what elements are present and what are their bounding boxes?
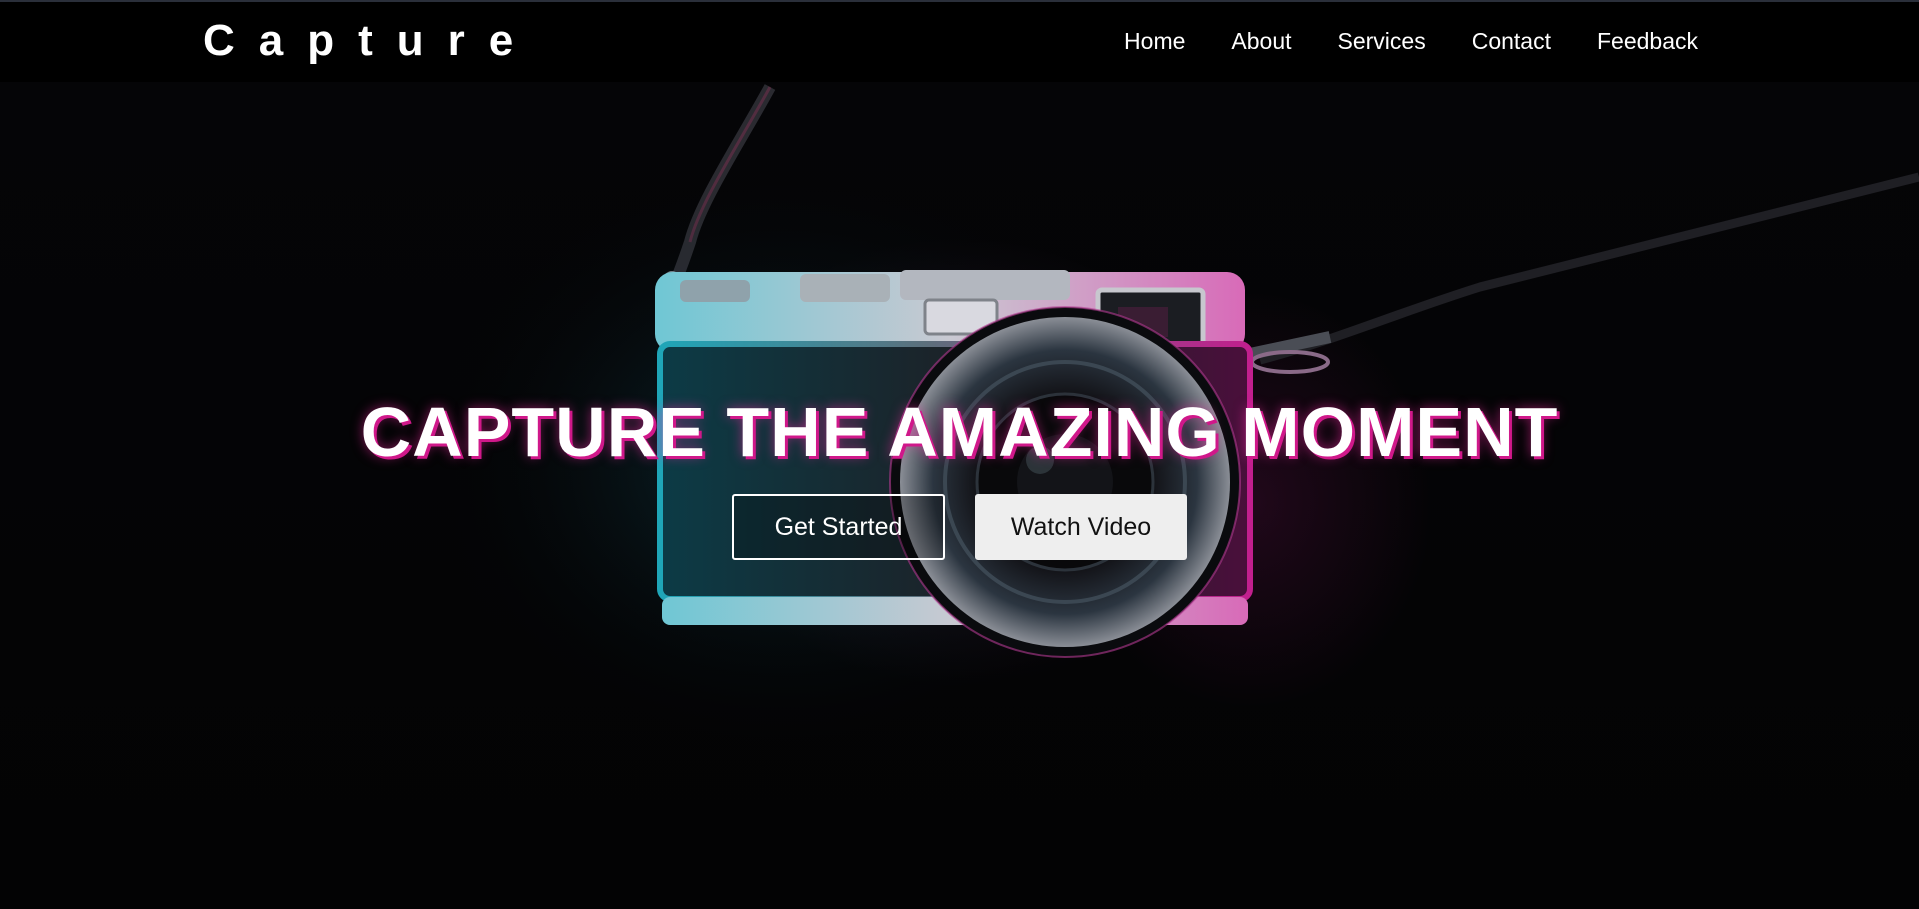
nav-link-contact[interactable]: Contact xyxy=(1472,28,1551,55)
brand-logo[interactable]: Capture xyxy=(203,16,537,66)
nav-link-services[interactable]: Services xyxy=(1338,28,1426,55)
page: Capture Home About Services Contact Feed… xyxy=(0,0,1919,909)
nav-link-about[interactable]: About xyxy=(1231,28,1291,55)
nav-link-home[interactable]: Home xyxy=(1124,28,1185,55)
nav-link-feedback[interactable]: Feedback xyxy=(1597,28,1698,55)
get-started-button[interactable]: Get Started xyxy=(732,494,945,560)
nav-links: Home About Services Contact Feedback xyxy=(1124,28,1698,55)
camera-photo xyxy=(420,84,1919,762)
hero-title: CAPTURE THE AMAZING MOMENT xyxy=(360,393,1559,471)
navbar: Capture Home About Services Contact Feed… xyxy=(0,2,1919,82)
hero-section: CAPTURE THE AMAZING MOMENT Get Started W… xyxy=(0,82,1919,909)
watch-video-button[interactable]: Watch Video xyxy=(975,494,1187,560)
